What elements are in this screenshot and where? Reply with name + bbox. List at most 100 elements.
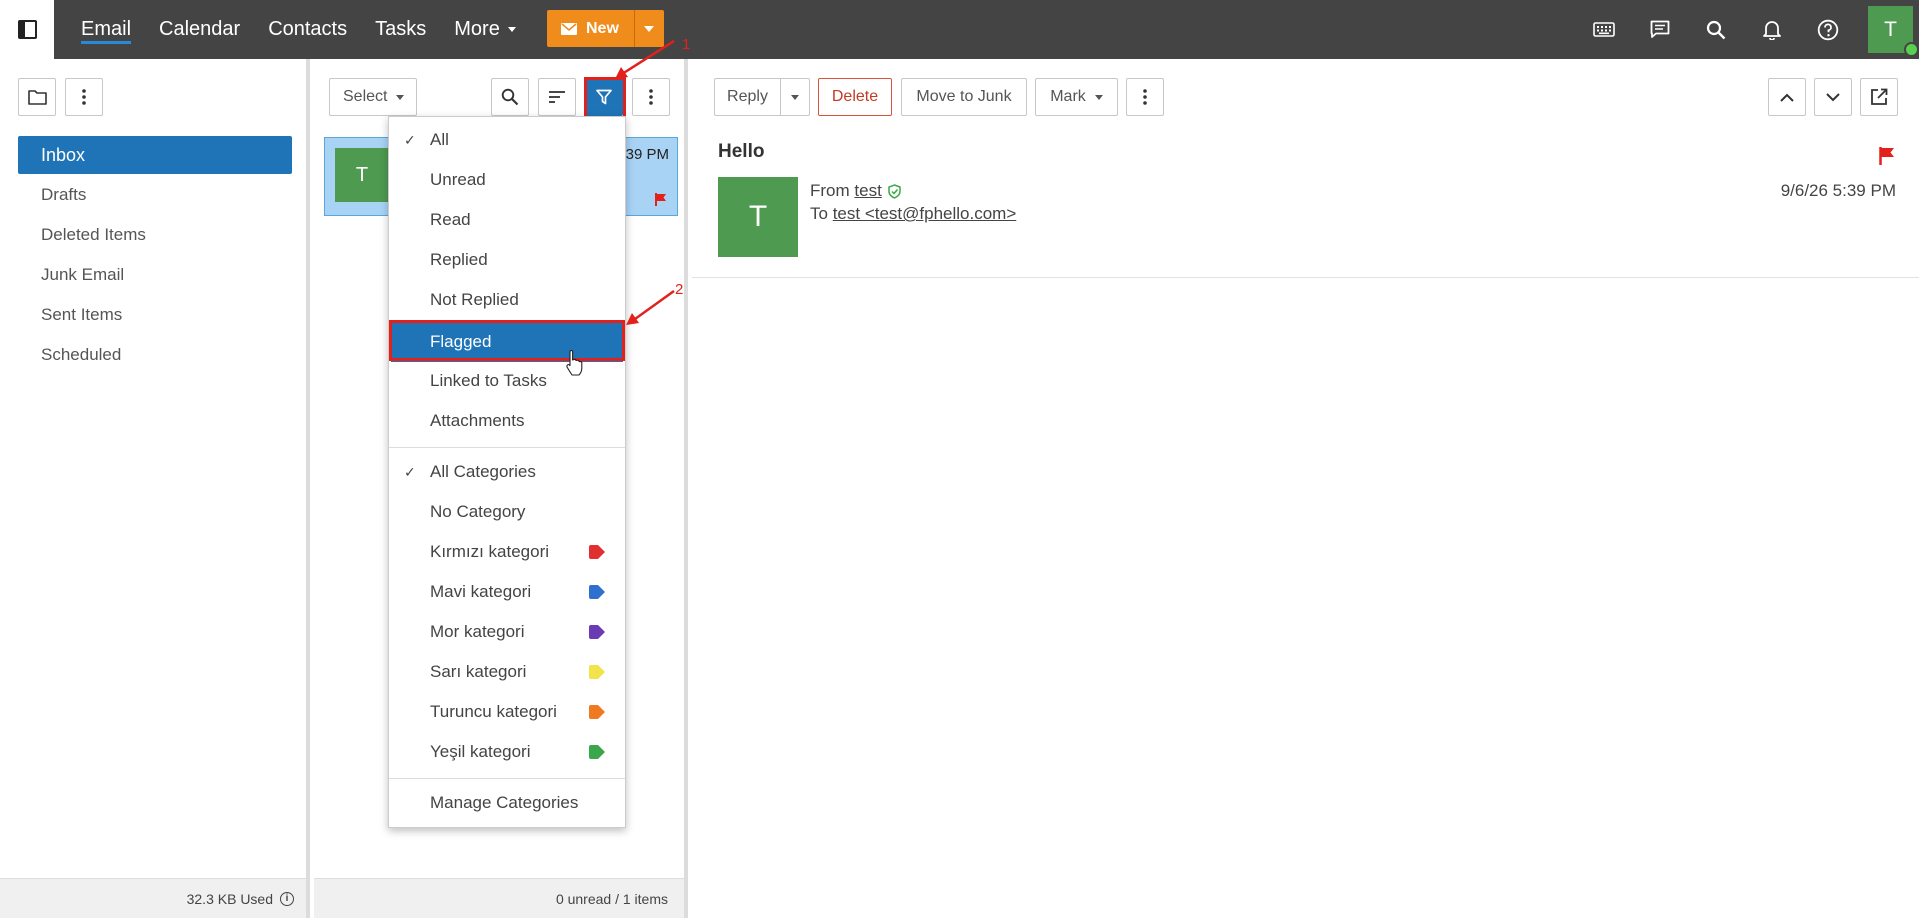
folder-more-button[interactable] [65, 78, 103, 116]
chat-button[interactable] [1632, 0, 1688, 59]
keyboard-shortcuts-button[interactable] [1576, 0, 1632, 59]
recipient[interactable]: test <test@fphello.com> [833, 204, 1017, 223]
notifications-button[interactable] [1744, 0, 1800, 59]
open-in-new-window-button[interactable] [1860, 78, 1898, 116]
help-button[interactable] [1800, 0, 1856, 59]
filter-read[interactable]: Read [389, 200, 625, 240]
filter-replied[interactable]: Replied [389, 240, 625, 280]
more-vertical-icon [82, 89, 86, 105]
chevron-down-icon [644, 25, 655, 32]
external-link-icon [1871, 88, 1888, 105]
sidebar-icon [17, 20, 37, 39]
flag-icon[interactable] [1879, 147, 1895, 165]
filter-no-category[interactable]: No Category [389, 492, 625, 532]
previous-message-button[interactable] [1768, 78, 1806, 116]
filter-category-blue[interactable]: Mavi kategori [389, 572, 625, 612]
filter-category-orange[interactable]: Turuncu kategori [389, 692, 625, 732]
message-count-footer: 0 unread / 1 items [314, 878, 684, 918]
checkmark-icon: ✓ [404, 132, 416, 148]
chevron-down-icon [1094, 94, 1103, 100]
tag-icon [589, 705, 605, 719]
filter-flagged[interactable]: Flagged [391, 322, 623, 362]
sender-name[interactable]: test [854, 181, 881, 201]
filter-not-replied[interactable]: Not Replied [389, 280, 625, 320]
sidebar-toggle-button[interactable] [0, 0, 54, 59]
search-messages-button[interactable] [491, 78, 529, 116]
select-dropdown[interactable]: Select [329, 78, 417, 116]
tag-icon [589, 745, 605, 759]
info-icon[interactable]: i [280, 891, 294, 906]
storage-used: 32.3 KB Used [186, 890, 273, 907]
filter-category-yellow[interactable]: Sarı kategori [389, 652, 625, 692]
hand-cursor-icon [566, 350, 583, 376]
filter-category-red[interactable]: Kırmızı kategori [389, 532, 625, 572]
message-more-button[interactable] [1126, 78, 1164, 116]
filter-attachments[interactable]: Attachments [389, 401, 625, 441]
folder-deleted-items[interactable]: Deleted Items [18, 216, 292, 254]
main-nav: Email Calendar Contacts Tasks More [81, 0, 544, 59]
filter-all-categories[interactable]: ✓ All Categories [389, 452, 625, 492]
category-label: Kırmızı kategori [430, 542, 550, 561]
nav-tasks[interactable]: Tasks [375, 0, 426, 59]
annotation-label-2: 2 [675, 281, 684, 298]
folder-drafts[interactable]: Drafts [18, 176, 292, 214]
sort-button[interactable] [538, 78, 576, 116]
filter-all[interactable]: ✓ All [389, 120, 625, 160]
message-date: 9/6/26 5:39 PM [1780, 181, 1896, 200]
category-label: Mor kategori [430, 622, 525, 641]
folder-scheduled[interactable]: Scheduled [18, 336, 292, 374]
nav-email[interactable]: Email [81, 0, 132, 59]
chevron-up-icon [1780, 93, 1794, 102]
folder-sent-items[interactable]: Sent Items [18, 296, 292, 334]
search-icon [1706, 20, 1726, 39]
user-avatar[interactable]: T [1868, 6, 1919, 57]
tag-icon [589, 585, 605, 599]
folder-junk-email[interactable]: Junk Email [18, 256, 292, 294]
storage-footer: 32.3 KB Used i [0, 878, 306, 918]
filter-unread[interactable]: Unread [389, 160, 625, 200]
category-label: Mavi kategori [430, 582, 532, 601]
reply-options-button[interactable] [780, 78, 810, 116]
menu-divider [389, 447, 625, 448]
verified-shield-icon [888, 183, 901, 199]
filter-category-green[interactable]: Yeşil kategori [389, 732, 625, 772]
nav-contacts[interactable]: Contacts [268, 0, 347, 59]
flag-icon[interactable] [655, 193, 667, 206]
from-label: From [810, 181, 850, 200]
tag-icon [589, 625, 605, 639]
manage-categories[interactable]: Manage Categories [389, 783, 625, 823]
category-label: Turuncu kategori [430, 702, 557, 721]
mark-button[interactable]: Mark [1035, 78, 1118, 116]
filter-linked-to-tasks[interactable]: Linked to Tasks [389, 361, 625, 401]
filter-icon [596, 89, 612, 105]
folder-list: Inbox Drafts Deleted Items Junk Email Se… [18, 136, 292, 376]
nav-more[interactable]: More [454, 0, 516, 59]
filter-menu: ✓ All Unread Read Replied Not Replied Fla… [388, 116, 626, 828]
sort-icon [549, 91, 565, 103]
chevron-down-icon [791, 94, 799, 100]
checkmark-icon: ✓ [404, 464, 416, 480]
annotation-label-1: 1 [682, 36, 691, 53]
sender-avatar: T [718, 177, 798, 257]
move-to-junk-button[interactable]: Move to Junk [901, 78, 1027, 116]
folder-button[interactable] [18, 78, 56, 116]
folder-inbox[interactable]: Inbox [18, 136, 292, 174]
tag-icon [589, 545, 605, 559]
message-subject: Hello [718, 141, 765, 162]
top-bar: Email Calendar Contacts Tasks More New T [0, 0, 1919, 59]
delete-button[interactable]: Delete [818, 78, 892, 116]
chevron-down-icon [507, 27, 516, 33]
search-button[interactable] [1688, 0, 1744, 59]
reading-pane: Reply Delete Move to Junk Mark Hello T F… [692, 59, 1919, 918]
help-icon [1817, 19, 1839, 40]
nav-calendar[interactable]: Calendar [159, 0, 240, 59]
to-label: To [810, 204, 828, 223]
filter-category-purple[interactable]: Mor kategori [389, 612, 625, 652]
annotation-arrow-1 [615, 39, 675, 79]
next-message-button[interactable] [1814, 78, 1852, 116]
online-status-icon [1904, 42, 1919, 57]
reply-button[interactable]: Reply [714, 78, 781, 116]
tag-icon [589, 665, 605, 679]
category-label: Sarı kategori [430, 662, 527, 681]
chevron-down-icon [1826, 92, 1840, 101]
